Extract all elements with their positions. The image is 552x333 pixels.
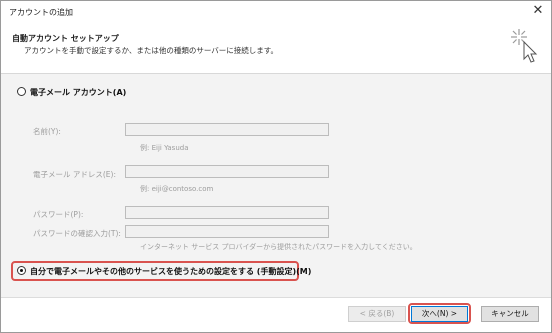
window-title: アカウントの追加 [9,8,73,17]
header-subtitle: アカウントを手動で設定するか、または他の種類のサーバーに接続します。 [24,46,279,55]
header-title: 自動アカウント セットアップ [12,34,119,43]
password-hint: インターネット サービス プロバイダーから提供されたパスワードを入力してください… [140,243,417,251]
email-address-hint: 例: eiji@contoso.com [140,185,214,193]
email-account-radio[interactable] [17,87,26,96]
back-button[interactable]: < 戻る(B) [348,306,406,322]
confirm-password-label: パスワードの確認入力(T): [33,229,121,238]
name-hint: 例: Eiji Yasuda [140,144,189,152]
cancel-button[interactable]: キャンセル [481,306,539,322]
title-bar: アカウントの追加 ✕ [1,1,551,23]
email-address-label: 電子メール アドレス(E): [33,170,117,179]
confirm-password-field [125,225,329,238]
name-field [125,123,329,136]
footer-divider [1,297,551,298]
close-icon[interactable]: ✕ [531,4,545,18]
wizard-sparkle-cursor-icon [511,29,538,63]
email-account-label[interactable]: 電子メール アカウント(A) [30,87,126,98]
dialog-header: 自動アカウント セットアップ アカウントを手動で設定するか、または他の種類のサー… [1,23,551,71]
password-field [125,206,329,219]
options-panel: 電子メール アカウント(A) 名前(Y): 例: Eiji Yasuda 電子メ… [1,74,551,297]
name-label: 名前(Y): [33,127,61,136]
password-label: パスワード(P): [33,210,84,219]
add-account-dialog: アカウントの追加 ✕ 自動アカウント セットアップ アカウントを手動で設定するか… [0,0,552,333]
manual-setup-label[interactable]: 自分で電子メールやその他のサービスを使うための設定をする (手動設定)(M) [30,266,311,277]
manual-setup-radio[interactable] [17,266,26,275]
email-address-field [125,165,329,178]
next-button[interactable]: 次へ(N) > [411,306,468,322]
